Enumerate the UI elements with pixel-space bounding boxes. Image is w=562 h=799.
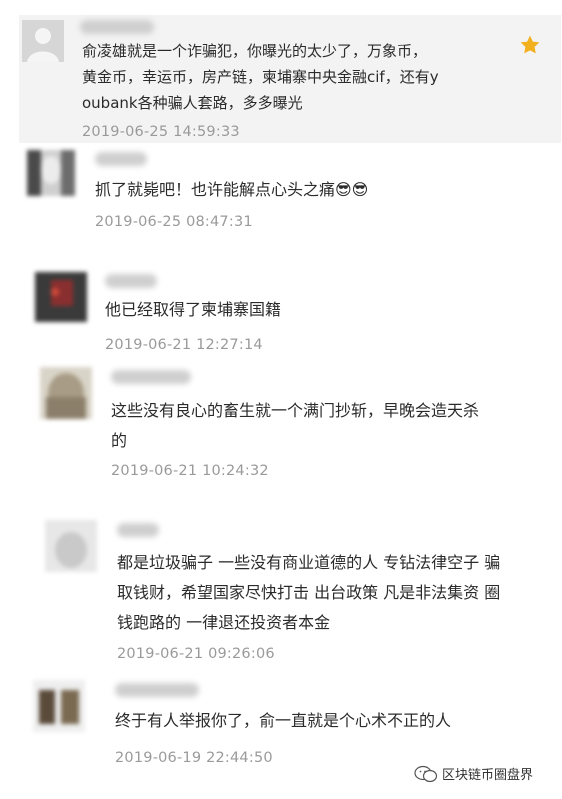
comment-time: 2019-06-21 09:26:06: [117, 646, 275, 662]
watermark-label: 区块链币圈盘界: [442, 768, 534, 783]
username-blurred: [117, 523, 159, 537]
wechat-icon: [414, 765, 438, 782]
comment-text: 俞凌雄就是一个诈骗犯，你曝光的太少了，万象币， 黄金币，幸运币，房产链，柬埔寨中…: [82, 42, 439, 112]
comment-time: 2019-06-21 10:24:32: [111, 463, 269, 479]
comment-text: 抓了就毙吧！也许能解点心头之痛😎😎: [95, 180, 369, 199]
avatar[interactable]: [40, 367, 92, 419]
comment-text: 他已经取得了柬埔寨国籍: [105, 300, 282, 319]
comment-text: 这些没有良心的畜生就一个满门抄斩，早晚会造天杀 的: [111, 401, 480, 450]
avatar[interactable]: [45, 520, 97, 572]
star-icon[interactable]: [519, 34, 541, 56]
comment-text: 都是垃圾骗子 一些没有商业道德的人 专钻法律空子 骗 取钱财，希望国家尽快打击 …: [117, 553, 501, 632]
user-silhouette-icon: [22, 20, 64, 62]
comment-text: 终于有人举报你了，俞一直就是个心术不正的人: [115, 711, 452, 730]
username-blurred: [95, 152, 147, 166]
comment-time: 2019-06-21 12:27:14: [105, 337, 263, 353]
default-avatar[interactable]: [22, 20, 64, 62]
avatar[interactable]: [33, 680, 85, 732]
username-blurred: [80, 20, 154, 34]
comment-time: 2019-06-19 22:44:50: [115, 750, 273, 766]
wechat-watermark: 区块链币圈盘界: [414, 764, 533, 783]
username-blurred: [115, 683, 199, 697]
avatar[interactable]: [35, 272, 87, 322]
comment-time: 2019-06-25 08:47:31: [95, 214, 253, 230]
username-blurred: [105, 274, 157, 288]
avatar[interactable]: [27, 150, 75, 196]
username-blurred: [111, 370, 191, 384]
comment-time: 2019-06-25 14:59:33: [82, 124, 240, 140]
